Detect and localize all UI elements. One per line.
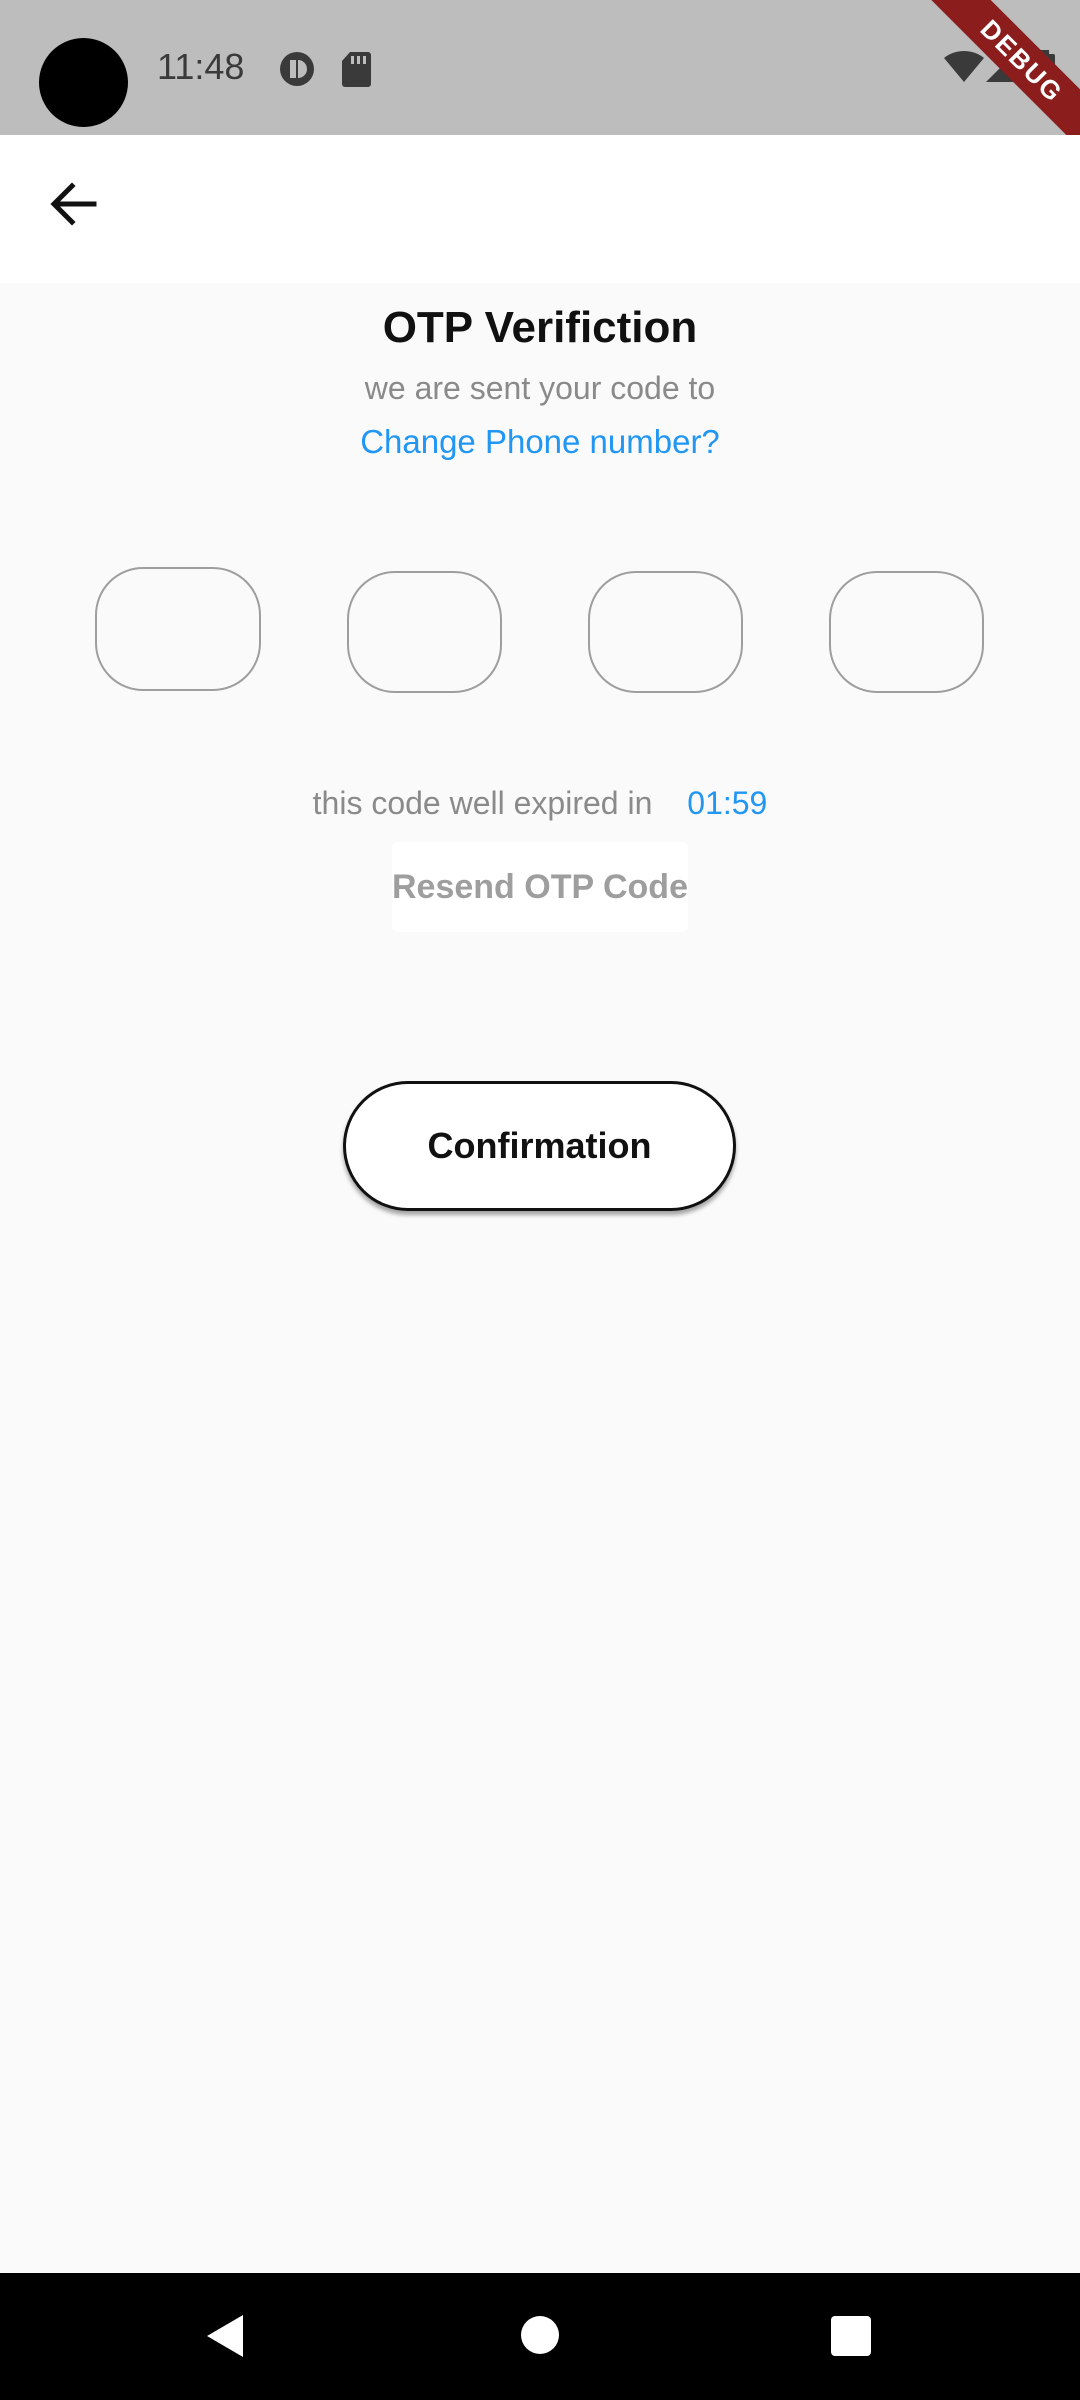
data-saver-icon [278,50,316,93]
status-time: 11:48 [157,46,245,87]
timer-countdown: 01:59 [687,785,768,821]
sd-card-icon [340,50,372,93]
subtitle: we are sent your code to [364,370,716,406]
back-button[interactable] [38,170,110,242]
recents-square-icon[interactable] [831,2316,871,2356]
status-bar: 11:48 DEBUG [0,0,1080,160]
resend-otp-button[interactable]: Resend OTP Code [392,842,688,932]
otp-digit-3[interactable] [588,571,743,693]
page-title: OTP Verifiction [382,303,698,352]
timer-label: this code well expired in [312,785,653,821]
camera-cutout [39,38,128,127]
app-bar [0,135,1080,283]
otp-digit-2[interactable] [347,571,502,693]
change-phone-link[interactable]: Change Phone number? [0,423,1080,461]
arrow-left-icon [50,181,98,231]
back-triangle-icon[interactable] [205,2313,245,2364]
otp-digit-4[interactable] [829,571,984,693]
confirmation-button[interactable]: Confirmation [343,1081,736,1211]
timer-row: this code well expired in 01:59 [0,785,1080,822]
otp-digit-1[interactable] [95,567,261,691]
home-circle-icon[interactable] [521,2316,559,2354]
